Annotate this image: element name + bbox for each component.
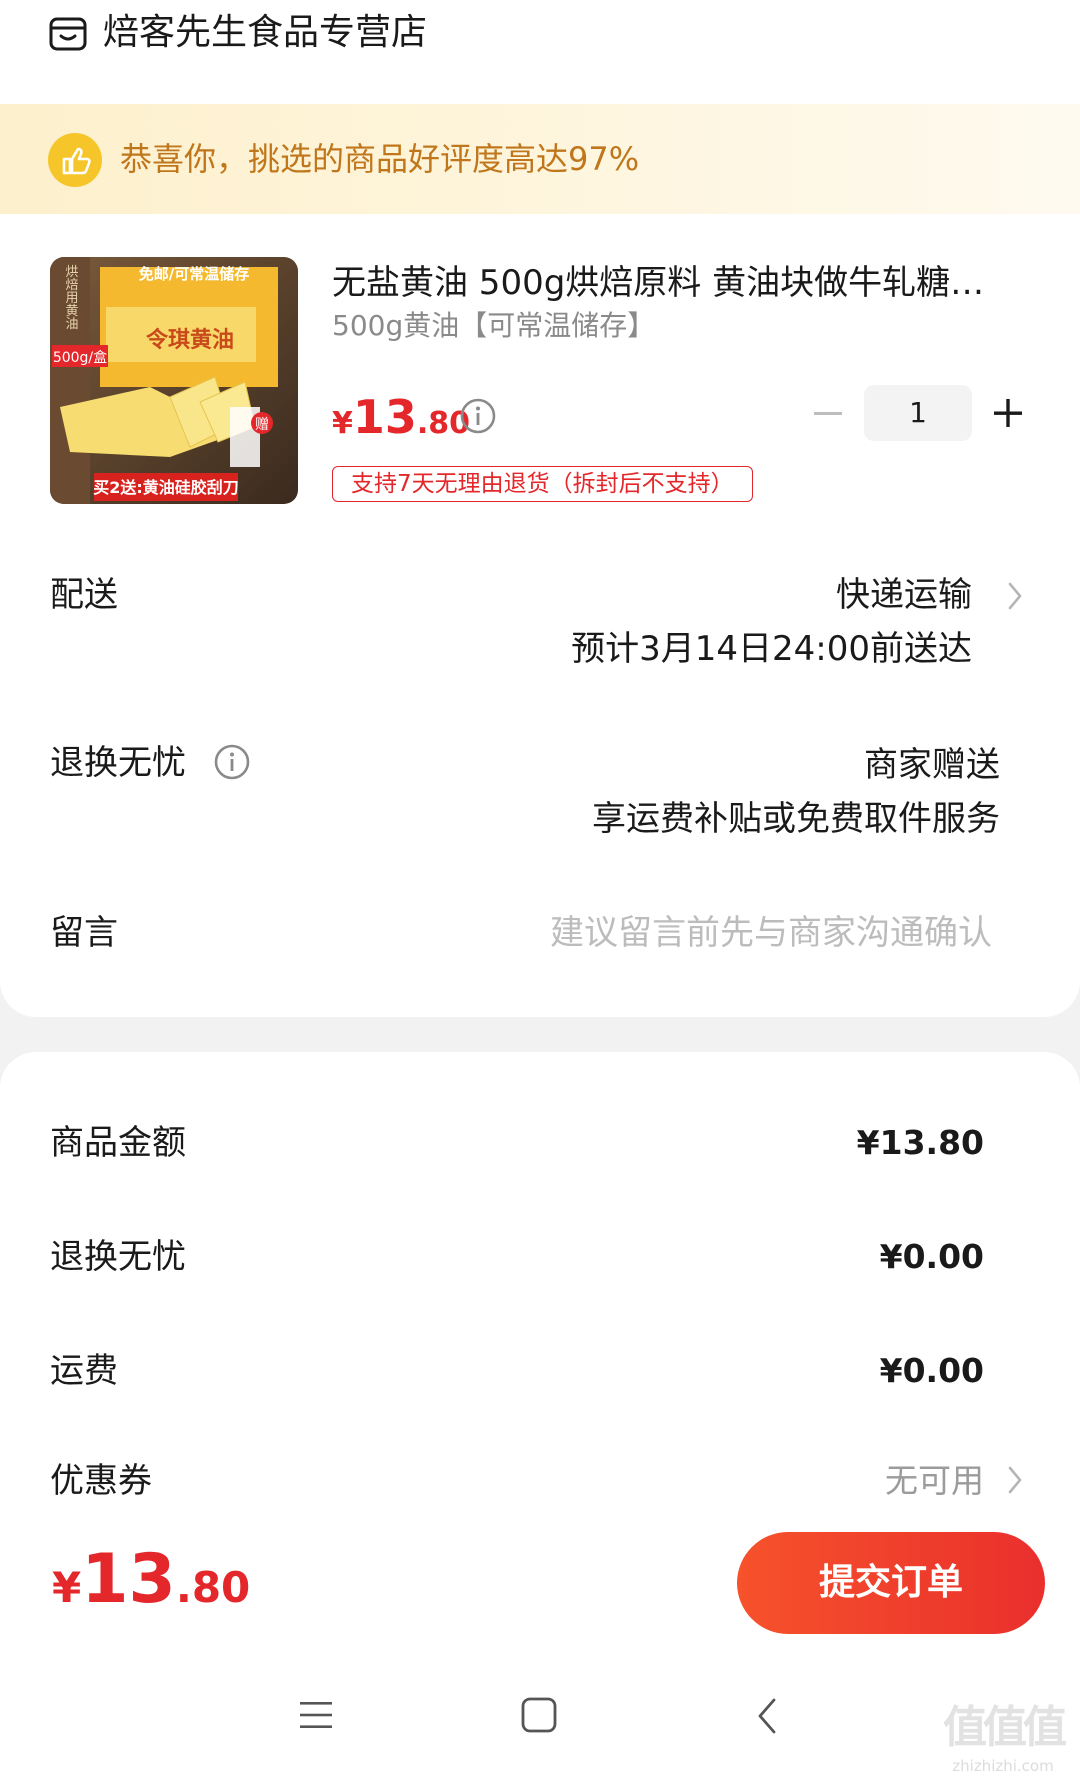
store-name[interactable]: 焙客先生食品专营店 <box>103 8 427 58</box>
home-icon[interactable] <box>520 1696 558 1734</box>
worry-free-info-icon[interactable] <box>214 744 250 780</box>
image-tag-text: 免邮/可常温储存 <box>139 265 249 283</box>
message-input[interactable]: 建议留言前先与商家沟通确认 <box>550 908 992 958</box>
message-label: 留言 <box>50 913 118 953</box>
product-price: ¥13.80 <box>332 390 470 444</box>
back-icon[interactable] <box>754 1696 780 1736</box>
watermark-logo-text: 值值值 <box>943 1702 1067 1753</box>
total-currency: ¥ <box>52 1563 82 1612</box>
quantity-decrease-button[interactable] <box>810 393 846 433</box>
return-policy-tag: 支持7天无理由退货（拆封后不支持） <box>332 466 753 502</box>
coupon-value[interactable]: 无可用 <box>885 1456 984 1506</box>
product-title[interactable]: 无盐黄油 500g烘焙原料 黄油块做牛轧糖… <box>332 258 1022 308</box>
coupon-label: 优惠券 <box>50 1461 152 1501</box>
praise-banner: 恭喜你，挑选的商品好评度高达97% <box>0 104 1080 214</box>
delivery-eta: 预计3月14日24:00前送达 <box>571 629 972 669</box>
quantity-value[interactable]: 1 <box>864 385 972 441</box>
worry-free-fee-label: 退换无忧 <box>50 1237 186 1277</box>
image-promo-text: 买2送:黄油硅胶刮刀 <box>93 478 239 497</box>
price-info-icon[interactable] <box>460 398 496 434</box>
image-weight-text: 500g/盒 <box>53 349 107 366</box>
image-brand-text: 令琪黄油 <box>146 327 234 353</box>
worry-free-detail: 享运费补贴或免费取件服务 <box>592 799 1000 839</box>
goods-amount-value: ¥13.80 <box>856 1123 984 1162</box>
submit-order-button[interactable]: 提交订单 <box>737 1532 1045 1634</box>
store-icon <box>49 17 87 51</box>
total-price: ¥13.80 <box>52 1540 250 1619</box>
worry-free-fee-value: ¥0.00 <box>879 1237 984 1276</box>
delivery-chevron-icon[interactable] <box>1004 576 1028 616</box>
worry-free-value: 商家赠送 <box>864 745 1000 785</box>
system-nav-bar <box>0 1652 1080 1783</box>
fee-summary-card: 商品金额 ¥13.80 退换无忧 ¥0.00 运费 ¥0.00 优惠券 无可用 <box>0 1052 1080 1512</box>
order-info-card: 焙客先生食品专营店 恭喜你，挑选的商品好评度高达97% 免邮/可常温储存 令琪黄… <box>0 0 1080 1017</box>
thumbs-up-icon <box>48 133 102 187</box>
menu-icon[interactable] <box>298 1698 334 1732</box>
delivery-method[interactable]: 快递运输 <box>836 570 972 620</box>
image-side-text: 烘焙用黄油 <box>63 265 79 330</box>
shipping-fee-value: ¥0.00 <box>879 1351 984 1390</box>
price-currency: ¥ <box>332 406 353 441</box>
worry-free-label: 退换无忧 <box>50 743 186 783</box>
watermark-url: zhizhizhi.com <box>952 1757 1054 1775</box>
quantity-increase-button[interactable] <box>990 393 1026 433</box>
product-image[interactable]: 免邮/可常温储存 令琪黄油 烘焙用黄油 500g/盒 赠 买2送:黄油硅胶刮刀 <box>50 257 298 504</box>
praise-text: 恭喜你，挑选的商品好评度高达97% <box>120 140 640 178</box>
goods-amount-label: 商品金额 <box>50 1123 186 1163</box>
total-decimal: .80 <box>175 1563 251 1612</box>
coupon-chevron-icon[interactable] <box>1004 1460 1028 1500</box>
delivery-label: 配送 <box>50 575 118 615</box>
total-integer: 13 <box>81 1540 176 1619</box>
shipping-fee-label: 运费 <box>50 1351 118 1391</box>
price-integer: 13 <box>352 390 417 444</box>
product-spec[interactable]: 500g黄油【可常温储存】 <box>332 304 655 348</box>
image-gift-text: 赠 <box>255 417 269 433</box>
site-watermark: 值值值 zhizhizhi.com <box>928 1700 1078 1780</box>
